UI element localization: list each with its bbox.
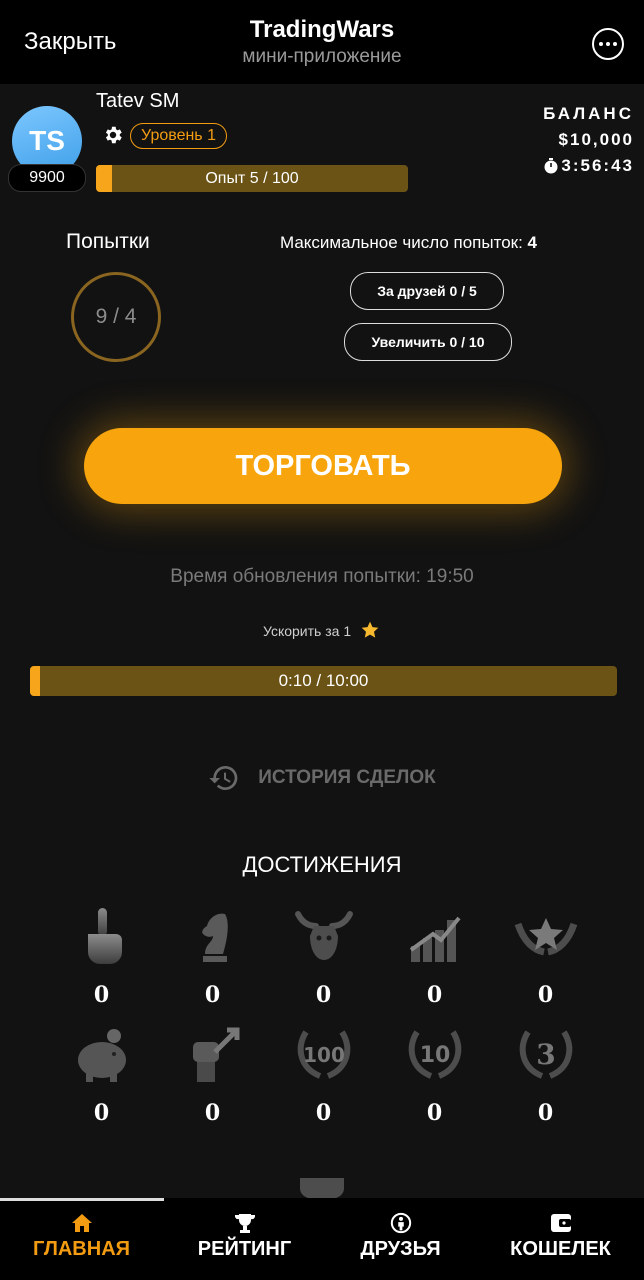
history-icon (209, 766, 238, 790)
achievements-grid: 0 0 0 0 0 0 0 100 0 10 0 3 0 (46, 904, 602, 1126)
achievement-item[interactable]: 0 (490, 904, 601, 1008)
achievement-item[interactable]: 0 (157, 904, 268, 1008)
level-badge: Уровень 1 (130, 123, 227, 149)
achievement-item[interactable]: 0 (268, 904, 379, 1008)
trophy-achievement-icon (300, 1178, 344, 1200)
trade-history-label: ИСТОРИЯ СДЕЛОК (258, 767, 436, 788)
balance-value: $10,000 (558, 130, 634, 149)
winged-star-icon (514, 918, 577, 956)
nav-friends[interactable]: ДРУЗЬЯ (320, 1212, 481, 1261)
laurel-10-icon: 10 (408, 1030, 461, 1079)
app-subtitle: мини-приложение (242, 46, 402, 67)
laurel-10-label: 10 (419, 1043, 450, 1068)
nav-home-label: ГЛАВНАЯ (32, 1238, 131, 1260)
wallet-icon (550, 1214, 571, 1232)
trophy-icon (234, 1214, 255, 1233)
person-icon (390, 1212, 411, 1234)
attempts-counter: 9 / 4 (71, 272, 161, 362)
trade-history-button[interactable]: ИСТОРИЯ СДЕЛОК (0, 762, 644, 794)
achievement-item[interactable]: 100 0 (268, 1022, 379, 1126)
gear-icon[interactable] (102, 124, 124, 146)
increase-attempts-button[interactable]: Увеличить 0 / 10 (344, 323, 512, 361)
max-attempts-label: Максимальное число попыток: (280, 233, 523, 252)
achievement-count: 0 (426, 982, 443, 1008)
avatar-score-badge: 9900 (8, 164, 86, 192)
nav-rating-label: РЕЙТИНГ (197, 1238, 292, 1260)
moose-icon (294, 911, 353, 960)
xp-progress-bar: Опыт 5 / 100 (96, 165, 408, 192)
trade-button[interactable]: ТОРГОВАТЬ (84, 428, 562, 504)
laurel-3-icon: 3 (519, 1030, 572, 1079)
achievement-item[interactable]: 0 (46, 904, 157, 1008)
attempts-title: Попытки (66, 230, 150, 253)
friends-attempts-button[interactable]: За друзей 0 / 5 (350, 272, 504, 310)
nav-friends-label: ДРУЗЬЯ (360, 1238, 441, 1260)
stopwatch-icon (544, 158, 558, 174)
user-name: Tatev SM (96, 90, 180, 112)
achievement-count: 0 (204, 982, 221, 1008)
bottom-nav: ГЛАВНАЯ РЕЙТИНГ ДРУЗЬЯ КОШЕЛЕК (0, 1198, 644, 1280)
boost-button[interactable]: Ускорить за 1 (0, 620, 644, 640)
achievement-count: 0 (426, 1100, 443, 1126)
timer-text: 3:56:43 (561, 156, 634, 175)
boost-label: Ускорить за 1 (263, 623, 352, 639)
laurel-3-label: 3 (536, 1038, 555, 1071)
achievement-count: 0 (315, 1100, 332, 1126)
laurel-100-label: 100 (303, 1043, 345, 1067)
star-icon (361, 621, 379, 638)
achievement-item[interactable]: 3 0 (490, 1022, 601, 1126)
achievement-item[interactable]: 0 (157, 1022, 268, 1126)
nav-wallet-label: КОШЕЛЕК (510, 1238, 611, 1260)
balance-timer: 3:56:43 (543, 156, 634, 176)
max-attempts-value: 4 (527, 233, 538, 252)
fist-arrow-icon (192, 1027, 239, 1082)
nav-wallet[interactable]: КОШЕЛЕК (480, 1212, 641, 1261)
achievement-count: 0 (537, 982, 554, 1008)
refresh-progress-bar: 0:10 / 10:00 (30, 666, 617, 696)
achievement-count: 0 (537, 1100, 554, 1126)
achievement-count: 0 (204, 1100, 221, 1126)
nav-active-indicator (0, 1198, 164, 1201)
laurel-100-icon: 100 (297, 1030, 350, 1079)
refresh-time: Время обновления попытки: 19:50 (170, 566, 474, 587)
refresh-progress-text: 0:10 / 10:00 (278, 671, 369, 690)
balance-label: БАЛАНС (543, 104, 634, 123)
app-title: TradingWars (249, 16, 395, 43)
achievement-item[interactable]: 0 (379, 904, 490, 1008)
top-bar: Закрыть TradingWars мини-приложение (0, 0, 644, 84)
achievement-count: 0 (315, 982, 332, 1008)
more-menu-button[interactable] (592, 28, 624, 60)
nav-rating[interactable]: РЕЙТИНГ (164, 1212, 325, 1261)
max-attempts: Максимальное число попыток: 4 (280, 233, 537, 253)
achievement-item[interactable]: 10 0 (379, 1022, 490, 1126)
home-icon (71, 1214, 92, 1232)
nav-home[interactable]: ГЛАВНАЯ (1, 1212, 162, 1261)
achievement-count: 0 (93, 982, 110, 1008)
xp-progress-text: Опыт 5 / 100 (205, 170, 299, 187)
finger-icon (87, 908, 122, 964)
chess-knight-icon (201, 913, 228, 962)
piggy-bank-icon (77, 1029, 126, 1082)
achievement-count: 0 (93, 1100, 110, 1126)
growth-chart-icon (409, 916, 461, 962)
achievements-title: ДОСТИЖЕНИЯ (242, 852, 402, 877)
achievement-item[interactable]: 0 (46, 1022, 157, 1126)
